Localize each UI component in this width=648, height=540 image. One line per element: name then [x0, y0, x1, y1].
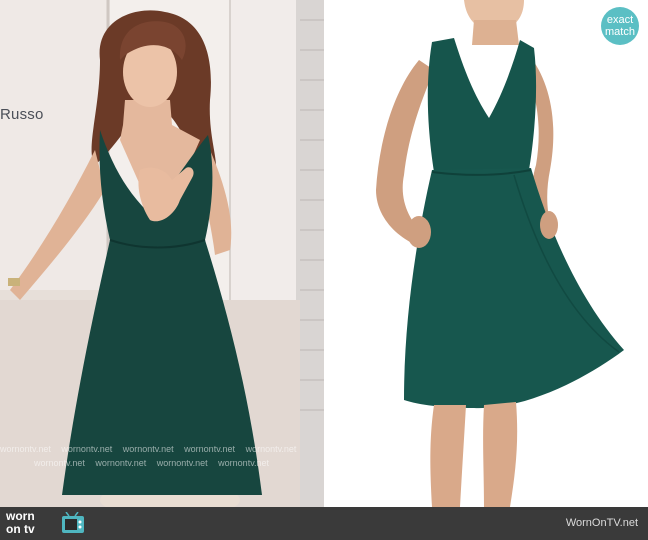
product-photo [324, 0, 648, 507]
watermark-text: wornontv.net [184, 444, 236, 454]
watermark-text: wornontv.net [34, 458, 85, 468]
product-illustration [324, 0, 648, 507]
watermark-text: wornontv.net [245, 444, 297, 454]
collage: Russo exact match wornontv.net wornontv.… [0, 0, 648, 540]
site-credit[interactable]: WornOnTV.net [566, 517, 638, 529]
scene-photo: Russo [0, 0, 324, 507]
logo-line-2: on tv [6, 522, 35, 536]
watermark-text: wornontv.net [218, 458, 270, 468]
badge-line-1: exact [606, 14, 634, 26]
watermark-row: wornontv.net wornontv.net wornontv.net w… [34, 458, 277, 468]
watermark-text: wornontv.net [0, 444, 51, 454]
wall-sign: Russo [0, 106, 44, 123]
tv-icon [62, 512, 84, 533]
watermark-text: wornontv.net [95, 458, 147, 468]
watermark-row: wornontv.net wornontv.net wornontv.net w… [0, 444, 304, 454]
badge-line-2: match [605, 26, 635, 38]
footer-bar: worn on tv WornOnTV.net [0, 507, 648, 540]
exact-match-badge: exact match [601, 7, 639, 45]
watermark-text: wornontv.net [122, 444, 174, 454]
watermark-text: wornontv.net [61, 444, 113, 454]
watermark-text: wornontv.net [156, 458, 208, 468]
scene-illustration [0, 0, 324, 507]
wornontv-logo[interactable]: worn on tv [6, 510, 86, 538]
